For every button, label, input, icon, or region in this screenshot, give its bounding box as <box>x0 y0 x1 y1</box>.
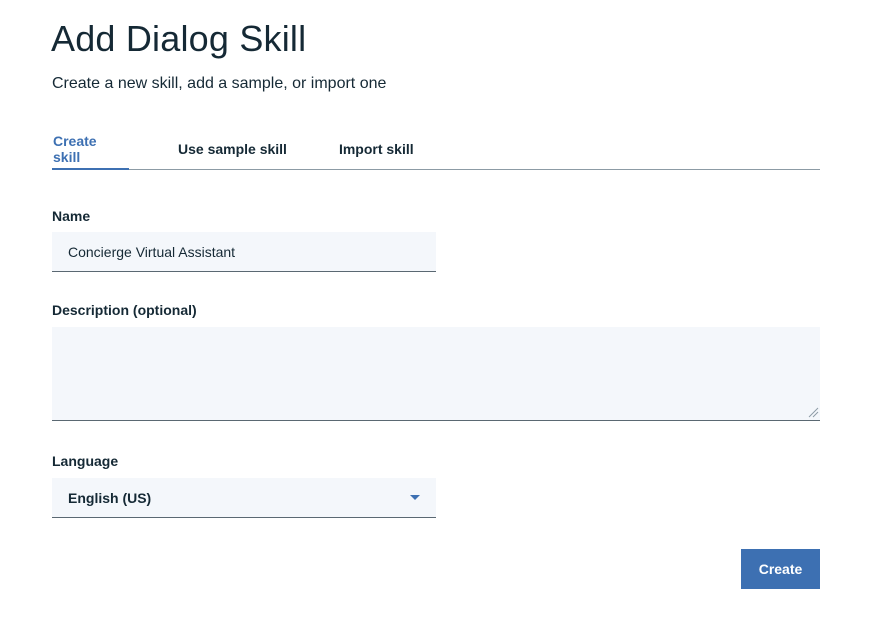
language-label: Language <box>52 453 119 469</box>
name-input[interactable] <box>52 232 436 272</box>
description-textarea[interactable] <box>52 327 820 421</box>
create-button[interactable]: Create <box>741 549 820 589</box>
resize-handle-icon[interactable] <box>808 407 819 418</box>
language-select[interactable]: English (US) <box>52 478 436 518</box>
page-subtitle: Create a new skill, add a sample, or imp… <box>52 75 387 92</box>
chevron-down-icon <box>410 494 420 500</box>
tab-use-sample-skill[interactable]: Use sample skill <box>178 129 287 169</box>
name-label: Name <box>52 208 91 224</box>
tab-create-skill[interactable]: Create skill <box>52 129 129 170</box>
page-title: Add Dialog Skill <box>51 18 307 59</box>
tab-import-skill[interactable]: Import skill <box>339 129 414 169</box>
language-selected-value: English (US) <box>68 489 152 506</box>
skill-tabs: Create skill Use sample skill Import ski… <box>52 128 820 170</box>
add-dialog-skill-page: Add Dialog Skill Create a new skill, add… <box>0 0 887 624</box>
description-label: Description (optional) <box>52 302 197 318</box>
